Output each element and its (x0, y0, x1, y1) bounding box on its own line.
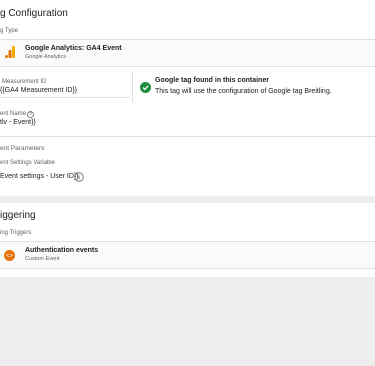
event-name-value[interactable]: tlv - Event}} (0, 119, 36, 126)
google-tag-status-description: This tag will use the configuration of G… (155, 88, 332, 95)
tag-configuration-card[interactable]: g Configuration g Type Google Analytics:… (0, 0, 375, 196)
section-divider (0, 136, 375, 137)
event-parameters-label[interactable]: ent Parameters (0, 145, 44, 152)
custom-event-icon: <> (4, 250, 15, 261)
trigger-name: Authentication events (25, 247, 99, 254)
check-circle-icon (140, 82, 151, 93)
triggering-heading: iggering (0, 210, 36, 221)
trigger-item[interactable]: <> Authentication events Custom Event (0, 241, 375, 269)
tag-type-label: g Type (0, 28, 18, 34)
triggering-card[interactable]: iggering ing Triggers <> Authentication … (0, 203, 375, 277)
tag-type-selector[interactable]: Google Analytics: GA4 Event Google Analy… (0, 39, 375, 67)
info-circle-icon[interactable] (74, 172, 84, 182)
divider (132, 72, 133, 102)
firing-triggers-label: ing Triggers (0, 230, 32, 236)
google-analytics-icon (5, 46, 15, 58)
measurement-id-label: Measurement ID (2, 79, 47, 85)
tag-type-name: Google Analytics: GA4 Event (25, 45, 122, 52)
event-settings-variable-value[interactable]: Event settings - User ID}} (0, 173, 79, 180)
event-settings-variable-label: ent Settings Variable (0, 160, 55, 166)
tag-configuration-heading: g Configuration (0, 8, 68, 19)
help-circle-icon[interactable]: ? (27, 111, 34, 118)
svg-text:<>: <> (6, 254, 14, 260)
measurement-id-underline (0, 97, 130, 98)
google-tag-status-title: Google tag found in this container (155, 77, 269, 84)
measurement-id-value[interactable]: {{GA4 Measurement ID}} (0, 87, 77, 94)
trigger-type: Custom Event (25, 256, 60, 262)
svg-text:?: ? (29, 112, 32, 118)
tag-type-vendor: Google Analytics (25, 54, 66, 60)
event-name-label: ent Name (0, 111, 27, 117)
